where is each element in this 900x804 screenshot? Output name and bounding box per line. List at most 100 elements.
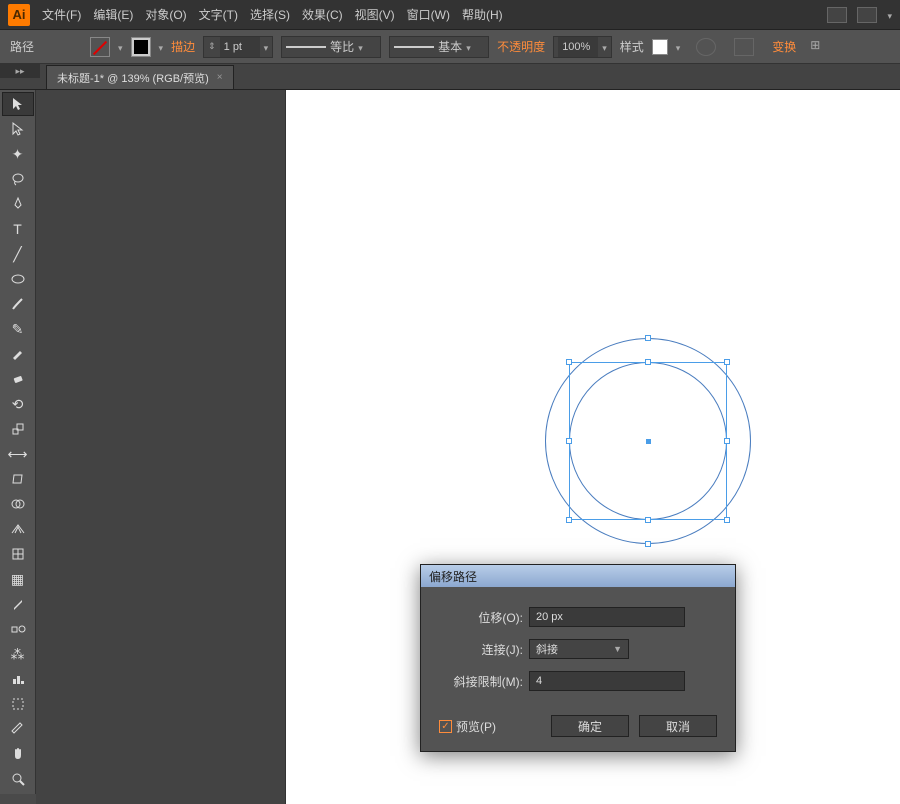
selection-handle[interactable] <box>566 438 572 444</box>
line-icon <box>286 46 326 48</box>
line-tool[interactable]: ╱ <box>2 242 34 266</box>
mesh-tool[interactable] <box>2 542 34 566</box>
offset-path-dialog: 偏移路径 位移(O): 连接(J): 斜接 ▼ 斜接限制(M): ✓ 预览(P)… <box>420 564 736 752</box>
menu-edit[interactable]: 编辑(E) <box>93 6 133 23</box>
stroke-weight-select[interactable]: ⇕ <box>203 36 273 58</box>
hand-tool[interactable] <box>2 742 34 766</box>
opacity-label[interactable]: 不透明度 <box>497 38 545 55</box>
opacity-input[interactable] <box>558 37 598 57</box>
menu-object[interactable]: 对象(O) <box>145 6 186 23</box>
selection-handle[interactable] <box>724 438 730 444</box>
selection-handle[interactable] <box>724 517 730 523</box>
selection-handle[interactable] <box>645 359 651 365</box>
menu-select[interactable]: 选择(S) <box>250 6 290 23</box>
cancel-button[interactable]: 取消 <box>639 715 717 737</box>
menu-help[interactable]: 帮助(H) <box>462 6 503 23</box>
stroke-dropdown-icon[interactable] <box>159 40 164 54</box>
transform-label[interactable]: 变换 <box>772 38 796 55</box>
panel-expand-icon[interactable]: ▸▸ <box>0 64 40 78</box>
selection-center-icon <box>646 439 651 444</box>
menu-effect[interactable]: 效果(C) <box>302 6 343 23</box>
isolate-icon[interactable]: ⊞ <box>810 38 828 56</box>
style-swatch[interactable] <box>652 39 668 55</box>
chevron-down-icon: ▼ <box>613 644 622 654</box>
join-value: 斜接 <box>536 641 558 657</box>
stroke-swatch[interactable] <box>131 37 151 57</box>
align-icon[interactable] <box>734 38 754 56</box>
selection-handle[interactable] <box>566 359 572 365</box>
control-bar: 路径 描边 ⇕ 等比 基本 不透明度 样式 变换 ⊞ <box>0 30 900 64</box>
offset-label: 位移(O): <box>439 609 529 626</box>
miter-label: 斜接限制(M): <box>439 673 529 690</box>
symbol-sprayer-tool[interactable]: ⁂ <box>2 642 34 666</box>
stroke-weight-input[interactable] <box>220 37 260 57</box>
tab-close-icon[interactable]: × <box>217 72 223 83</box>
free-transform-tool[interactable] <box>2 467 34 491</box>
perspective-grid-tool[interactable] <box>2 517 34 541</box>
fill-swatch[interactable] <box>90 37 110 57</box>
ellipse-tool[interactable] <box>2 267 34 291</box>
brush-label: 基本 <box>438 38 462 55</box>
miter-input[interactable] <box>529 671 685 691</box>
opacity-select[interactable] <box>553 36 612 58</box>
selection-handle[interactable] <box>645 517 651 523</box>
zoom-tool[interactable] <box>2 767 34 791</box>
magic-wand-tool[interactable]: ✦ <box>2 142 34 166</box>
chevron-down-icon <box>358 40 363 54</box>
blend-tool[interactable] <box>2 617 34 641</box>
profile-label: 等比 <box>330 38 354 55</box>
menu-view[interactable]: 视图(V) <box>355 6 395 23</box>
chevron-down-icon[interactable] <box>887 6 892 24</box>
recolor-icon[interactable] <box>696 38 716 56</box>
lasso-tool[interactable] <box>2 167 34 191</box>
menu-type[interactable]: 文字(T) <box>199 6 238 23</box>
dialog-body: 位移(O): 连接(J): 斜接 ▼ 斜接限制(M): ✓ 预览(P) 确定 取… <box>421 587 735 751</box>
tool-panel: ✦ T ╱ ✎ ⟲ ⟷ ▦ ⁂ <box>0 90 36 794</box>
scale-tool[interactable] <box>2 417 34 441</box>
slice-tool[interactable] <box>2 717 34 741</box>
eyedropper-tool[interactable] <box>2 592 34 616</box>
selection-handle[interactable] <box>724 359 730 365</box>
pen-tool[interactable] <box>2 192 34 216</box>
dialog-title: 偏移路径 <box>429 568 477 585</box>
selection-tool[interactable] <box>2 92 34 116</box>
style-label: 样式 <box>620 38 644 55</box>
join-select[interactable]: 斜接 ▼ <box>529 639 629 659</box>
layout-button-2[interactable] <box>857 7 877 23</box>
dark-side-panel <box>36 90 286 804</box>
offset-input[interactable] <box>529 607 685 627</box>
stroke-label[interactable]: 描边 <box>171 38 195 55</box>
paintbrush-tool[interactable] <box>2 292 34 316</box>
style-dropdown-icon[interactable] <box>676 40 681 54</box>
fill-dropdown-icon[interactable] <box>118 40 123 54</box>
width-tool[interactable]: ⟷ <box>2 442 34 466</box>
column-graph-tool[interactable] <box>2 667 34 691</box>
menu-file[interactable]: 文件(F) <box>42 6 81 23</box>
anchor-point[interactable] <box>645 541 651 547</box>
ok-button[interactable]: 确定 <box>551 715 629 737</box>
direct-selection-tool[interactable] <box>2 117 34 141</box>
selection-type-label: 路径 <box>10 38 34 55</box>
menubar-right <box>827 6 892 24</box>
chevron-down-icon <box>264 40 269 54</box>
dialog-title-bar[interactable]: 偏移路径 <box>421 565 735 587</box>
gradient-tool[interactable]: ▦ <box>2 567 34 591</box>
profile-select[interactable]: 等比 <box>281 36 381 58</box>
brush-select[interactable]: 基本 <box>389 36 489 58</box>
anchor-point[interactable] <box>645 335 651 341</box>
blob-brush-tool[interactable] <box>2 342 34 366</box>
preview-label: 预览(P) <box>456 718 496 735</box>
preview-checkbox[interactable]: ✓ 预览(P) <box>439 718 496 735</box>
menu-bar: Ai 文件(F) 编辑(E) 对象(O) 文字(T) 选择(S) 效果(C) 视… <box>0 0 900 30</box>
rotate-tool[interactable]: ⟲ <box>2 392 34 416</box>
type-tool[interactable]: T <box>2 217 34 241</box>
menu-window[interactable]: 窗口(W) <box>407 6 450 23</box>
eraser-tool[interactable] <box>2 367 34 391</box>
shape-builder-tool[interactable] <box>2 492 34 516</box>
selection-handle[interactable] <box>566 517 572 523</box>
chevron-down-icon <box>466 40 471 54</box>
document-tab[interactable]: 未标题-1* @ 139% (RGB/预览) × <box>46 65 234 89</box>
layout-button-1[interactable] <box>827 7 847 23</box>
pencil-tool[interactable]: ✎ <box>2 317 34 341</box>
artboard-tool[interactable] <box>2 692 34 716</box>
